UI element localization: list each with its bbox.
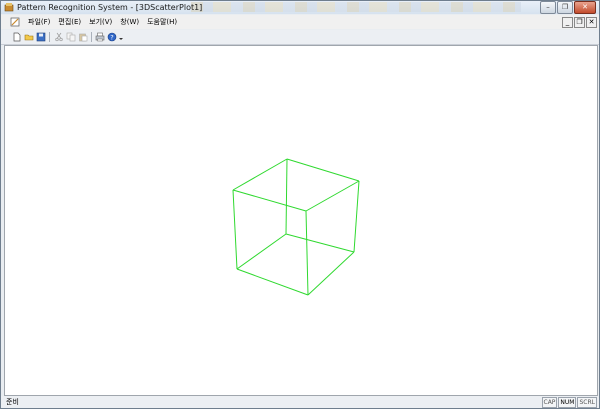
window-title: Pattern Recognition System - [3DScatterP… <box>17 3 203 12</box>
toolbar-separator <box>49 32 50 42</box>
app-icon[interactable] <box>4 2 14 12</box>
help-dropdown-icon[interactable] <box>118 32 124 42</box>
copy-icon[interactable] <box>66 32 76 42</box>
menu-view[interactable]: 보기(V) <box>85 15 116 29</box>
cube-edge <box>232 189 238 270</box>
restore-icon: ❐ <box>576 18 583 26</box>
minimize-button[interactable]: – <box>540 1 556 14</box>
mdi-close-button[interactable]: ✕ <box>586 17 597 28</box>
status-bar: 준비 CAP NUM SCRL <box>1 396 599 408</box>
menu-edit[interactable]: 편집(E) <box>54 15 85 29</box>
menu-help[interactable]: 도움말(H) <box>143 15 181 29</box>
open-folder-icon[interactable] <box>24 32 34 42</box>
cube-edge <box>307 251 355 296</box>
restore-icon: ❐ <box>561 3 569 11</box>
cap-indicator: CAP <box>541 397 558 408</box>
print-icon[interactable] <box>95 32 105 42</box>
menu-file[interactable]: 파일(F) <box>24 15 54 29</box>
cube-edge <box>305 210 309 296</box>
minimize-icon: _ <box>565 18 570 26</box>
cube-edge <box>236 233 287 270</box>
minimize-icon: – <box>546 3 550 11</box>
mdi-restore-button[interactable]: ❐ <box>574 17 585 28</box>
paste-icon[interactable] <box>78 32 88 42</box>
cube-edge <box>285 233 355 253</box>
status-text: 준비 <box>6 398 19 406</box>
toolbar: ? <box>1 30 599 45</box>
close-icon: ✕ <box>588 18 595 26</box>
scrl-indicator: SCRL <box>577 397 597 408</box>
app-window: Pattern Recognition System - [3DScatterP… <box>0 0 600 409</box>
caption-buttons: – ❐ ✕ <box>539 1 596 14</box>
toolbar-separator <box>91 32 92 42</box>
menu-list: 파일(F) 편집(E) 보기(V) 창(W) 도움말(H) <box>24 15 181 29</box>
cube-edge <box>353 180 360 253</box>
cut-icon[interactable] <box>54 32 64 42</box>
taskbar-blur <box>191 2 521 12</box>
cube-edge <box>232 189 307 212</box>
cube-edge <box>305 180 360 212</box>
save-icon[interactable] <box>36 32 46 42</box>
new-file-icon[interactable] <box>12 32 22 42</box>
cube-edge <box>286 158 360 182</box>
close-button[interactable]: ✕ <box>574 1 596 14</box>
cube-edge <box>232 158 288 191</box>
num-indicator: NUM <box>558 397 577 408</box>
mdi-buttons: _ ❐ ✕ <box>561 17 597 28</box>
3d-scatter-plot[interactable] <box>5 46 597 395</box>
restore-button[interactable]: ❐ <box>557 1 573 14</box>
help-icon[interactable]: ? <box>107 32 117 42</box>
cube-edge <box>236 268 309 296</box>
cube-edge <box>285 158 288 235</box>
close-icon: ✕ <box>582 3 588 11</box>
status-indicators: CAP NUM SCRL <box>541 397 597 408</box>
plot-view[interactable] <box>4 45 598 396</box>
menu-window[interactable]: 창(W) <box>116 15 143 29</box>
mdi-minimize-button[interactable]: _ <box>562 17 573 28</box>
title-bar[interactable]: Pattern Recognition System - [3DScatterP… <box>1 1 599 14</box>
svg-text:?: ? <box>110 33 113 41</box>
document-icon[interactable] <box>10 17 20 27</box>
menu-bar: 파일(F) 편집(E) 보기(V) 창(W) 도움말(H) _ ❐ ✕ <box>1 15 599 29</box>
